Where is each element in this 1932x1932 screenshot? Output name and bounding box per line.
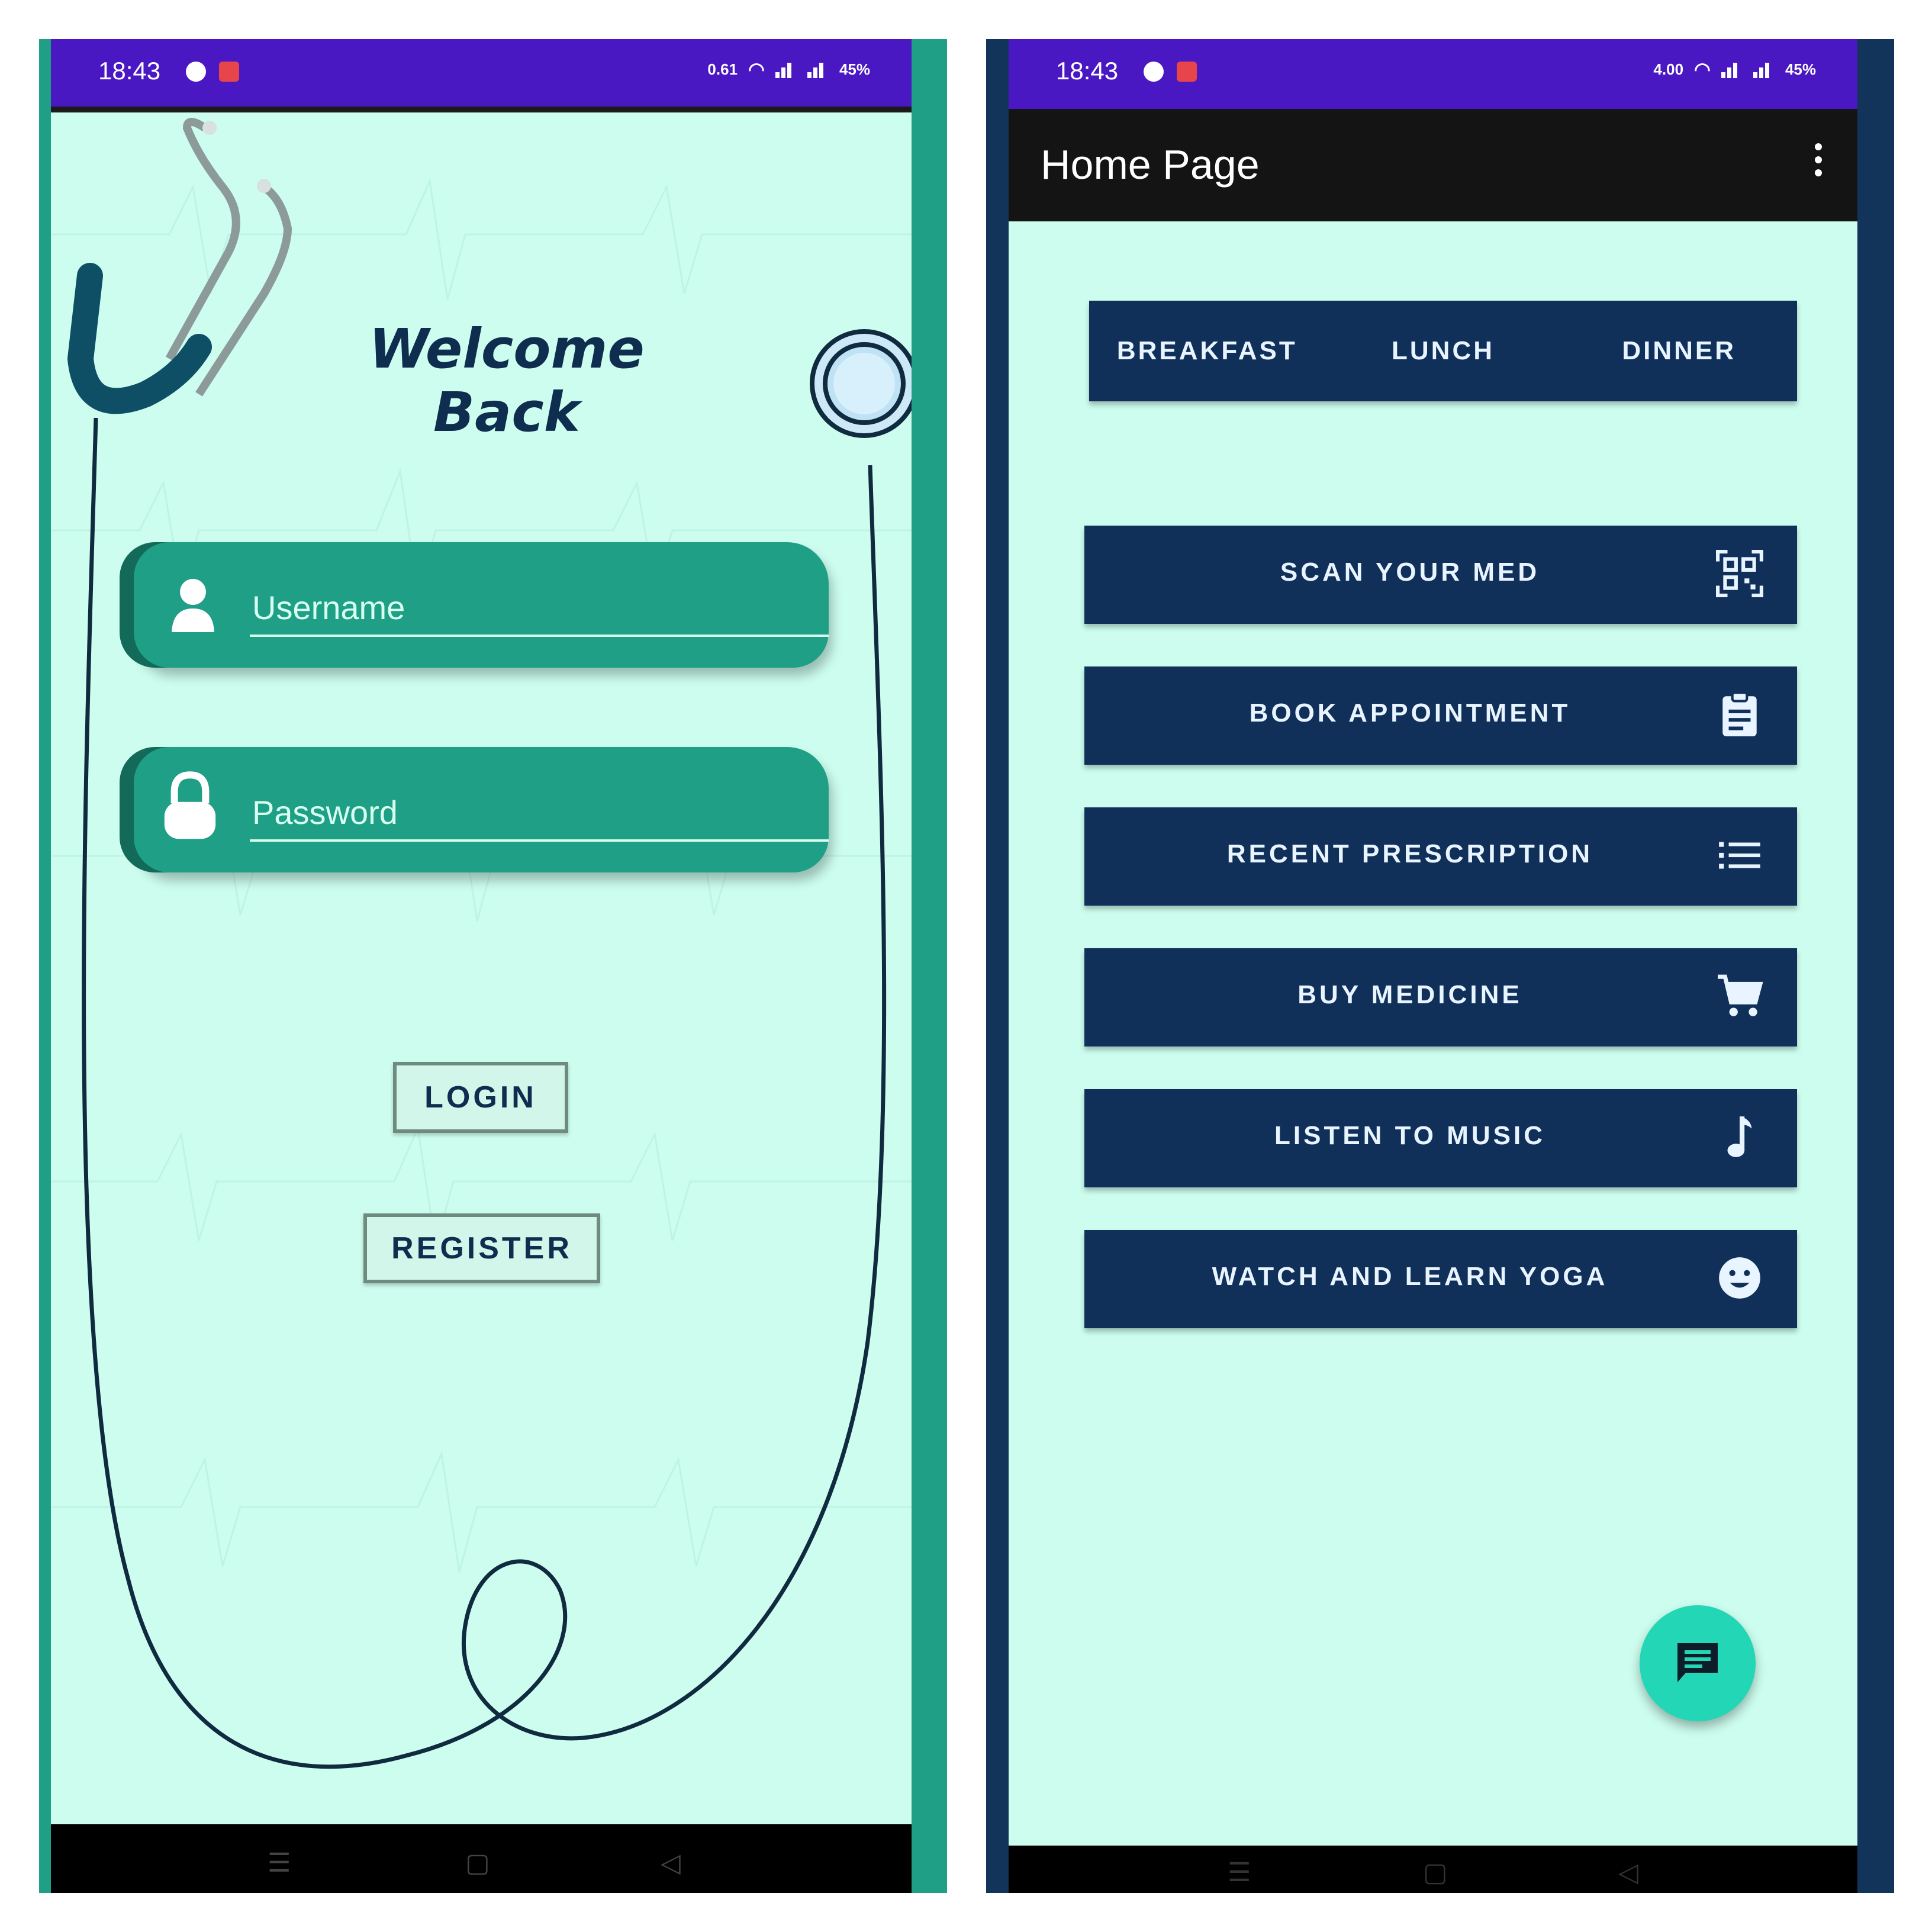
battery-level: 45% <box>1785 60 1816 78</box>
book-appointment-button[interactable]: BOOK APPOINTMENT <box>1084 666 1797 765</box>
buy-medicine-button[interactable]: BUY MEDICINE <box>1084 948 1797 1046</box>
menu-button-label: LISTEN TO MUSIC <box>1274 1121 1545 1150</box>
welcome-title: Welcome Back <box>369 317 645 444</box>
listen-to-music-button[interactable]: LISTEN TO MUSIC <box>1084 1089 1797 1187</box>
login-phone: 18:43 0.61 ◠ 45% Welcome Back Username P… <box>39 39 947 1893</box>
menu-button-label: BUY MEDICINE <box>1297 980 1522 1009</box>
status-time: 18:43 <box>98 57 161 85</box>
menu-button-label: RECENT PRESCRIPTION <box>1226 839 1593 868</box>
wifi-icon: ◠ <box>1694 59 1711 80</box>
password-placeholder: Password <box>252 794 398 831</box>
record-notification-icon <box>219 62 239 82</box>
login-screen: 18:43 0.61 ◠ 45% Welcome Back Username P… <box>51 39 912 1893</box>
recent-prescription-button[interactable]: RECENT PRESCRIPTION <box>1084 807 1797 906</box>
menu-button-label: WATCH AND LEARN YOGA <box>1212 1262 1608 1291</box>
back-nav-icon[interactable]: ◁ <box>661 1848 681 1878</box>
status-bar: 18:43 0.61 ◠ 45% <box>51 39 912 112</box>
username-placeholder: Username <box>252 589 405 626</box>
signal-icon <box>775 60 797 78</box>
navigation-bar: ☰ ▢ ◁ <box>1009 1846 1857 1893</box>
menu-nav-icon[interactable]: ☰ <box>268 1848 291 1878</box>
menu-button-label: SCAN YOUR MED <box>1280 558 1540 587</box>
watch-and-learn-yoga-button[interactable]: WATCH AND LEARN YOGA <box>1084 1230 1797 1328</box>
status-bar: 18:43 4.00 ◠ 45% <box>1009 39 1857 109</box>
battery-level: 45% <box>839 60 870 78</box>
chat-fab-button[interactable] <box>1640 1605 1756 1721</box>
meal-tab-bar: BREAKFAST LUNCH DINNER <box>1089 301 1797 401</box>
signal-icon <box>1721 60 1743 78</box>
record-notification-icon <box>1177 62 1197 82</box>
music-note-icon <box>1727 1116 1752 1157</box>
home-screen: 18:43 4.00 ◠ 45% Home Page BREAKFAST LUN… <box>1009 39 1857 1893</box>
net-speed: 0.61 <box>707 60 738 78</box>
scan-your-med-button[interactable]: SCAN YOUR MED <box>1084 526 1797 624</box>
clipboard-icon <box>1722 691 1757 736</box>
net-speed: 4.00 <box>1653 60 1684 78</box>
app-toolbar: Home Page <box>1009 109 1857 221</box>
login-button[interactable]: LOGIN <box>393 1062 568 1133</box>
menu-nav-icon[interactable]: ☰ <box>1228 1857 1251 1888</box>
back-nav-icon[interactable]: ◁ <box>1618 1857 1638 1888</box>
password-field[interactable]: Password <box>134 747 829 872</box>
overflow-menu-icon[interactable] <box>1815 143 1823 182</box>
app-notification-icon <box>186 62 206 82</box>
page-title: Home Page <box>1041 141 1260 188</box>
qr-scan-icon <box>1716 550 1763 597</box>
home-phone: 18:43 4.00 ◠ 45% Home Page BREAKFAST LUN… <box>986 39 1894 1893</box>
username-underline <box>250 635 829 637</box>
app-notification-icon <box>1144 62 1164 82</box>
smiley-icon <box>1719 1257 1760 1299</box>
password-underline <box>250 839 829 842</box>
tab-breakfast[interactable]: BREAKFAST <box>1089 301 1325 401</box>
status-time: 18:43 <box>1056 57 1119 85</box>
tab-lunch[interactable]: LUNCH <box>1325 301 1561 401</box>
cart-icon <box>1718 974 1763 1016</box>
home-nav-icon[interactable]: ▢ <box>465 1848 490 1878</box>
tab-dinner[interactable]: DINNER <box>1561 301 1797 401</box>
home-nav-icon[interactable]: ▢ <box>1423 1857 1448 1888</box>
username-field[interactable]: Username <box>134 542 829 668</box>
chat-icon <box>1677 1643 1718 1682</box>
lock-icon <box>164 771 216 839</box>
navigation-bar: ☰ ▢ ◁ <box>51 1824 912 1893</box>
signal-icon-2 <box>807 60 829 78</box>
menu-button-label: BOOK APPOINTMENT <box>1249 698 1571 727</box>
list-icon <box>1719 842 1760 869</box>
register-button[interactable]: REGISTER <box>363 1213 600 1283</box>
signal-icon-2 <box>1753 60 1775 78</box>
wifi-icon: ◠ <box>748 59 765 80</box>
user-icon <box>172 579 214 632</box>
